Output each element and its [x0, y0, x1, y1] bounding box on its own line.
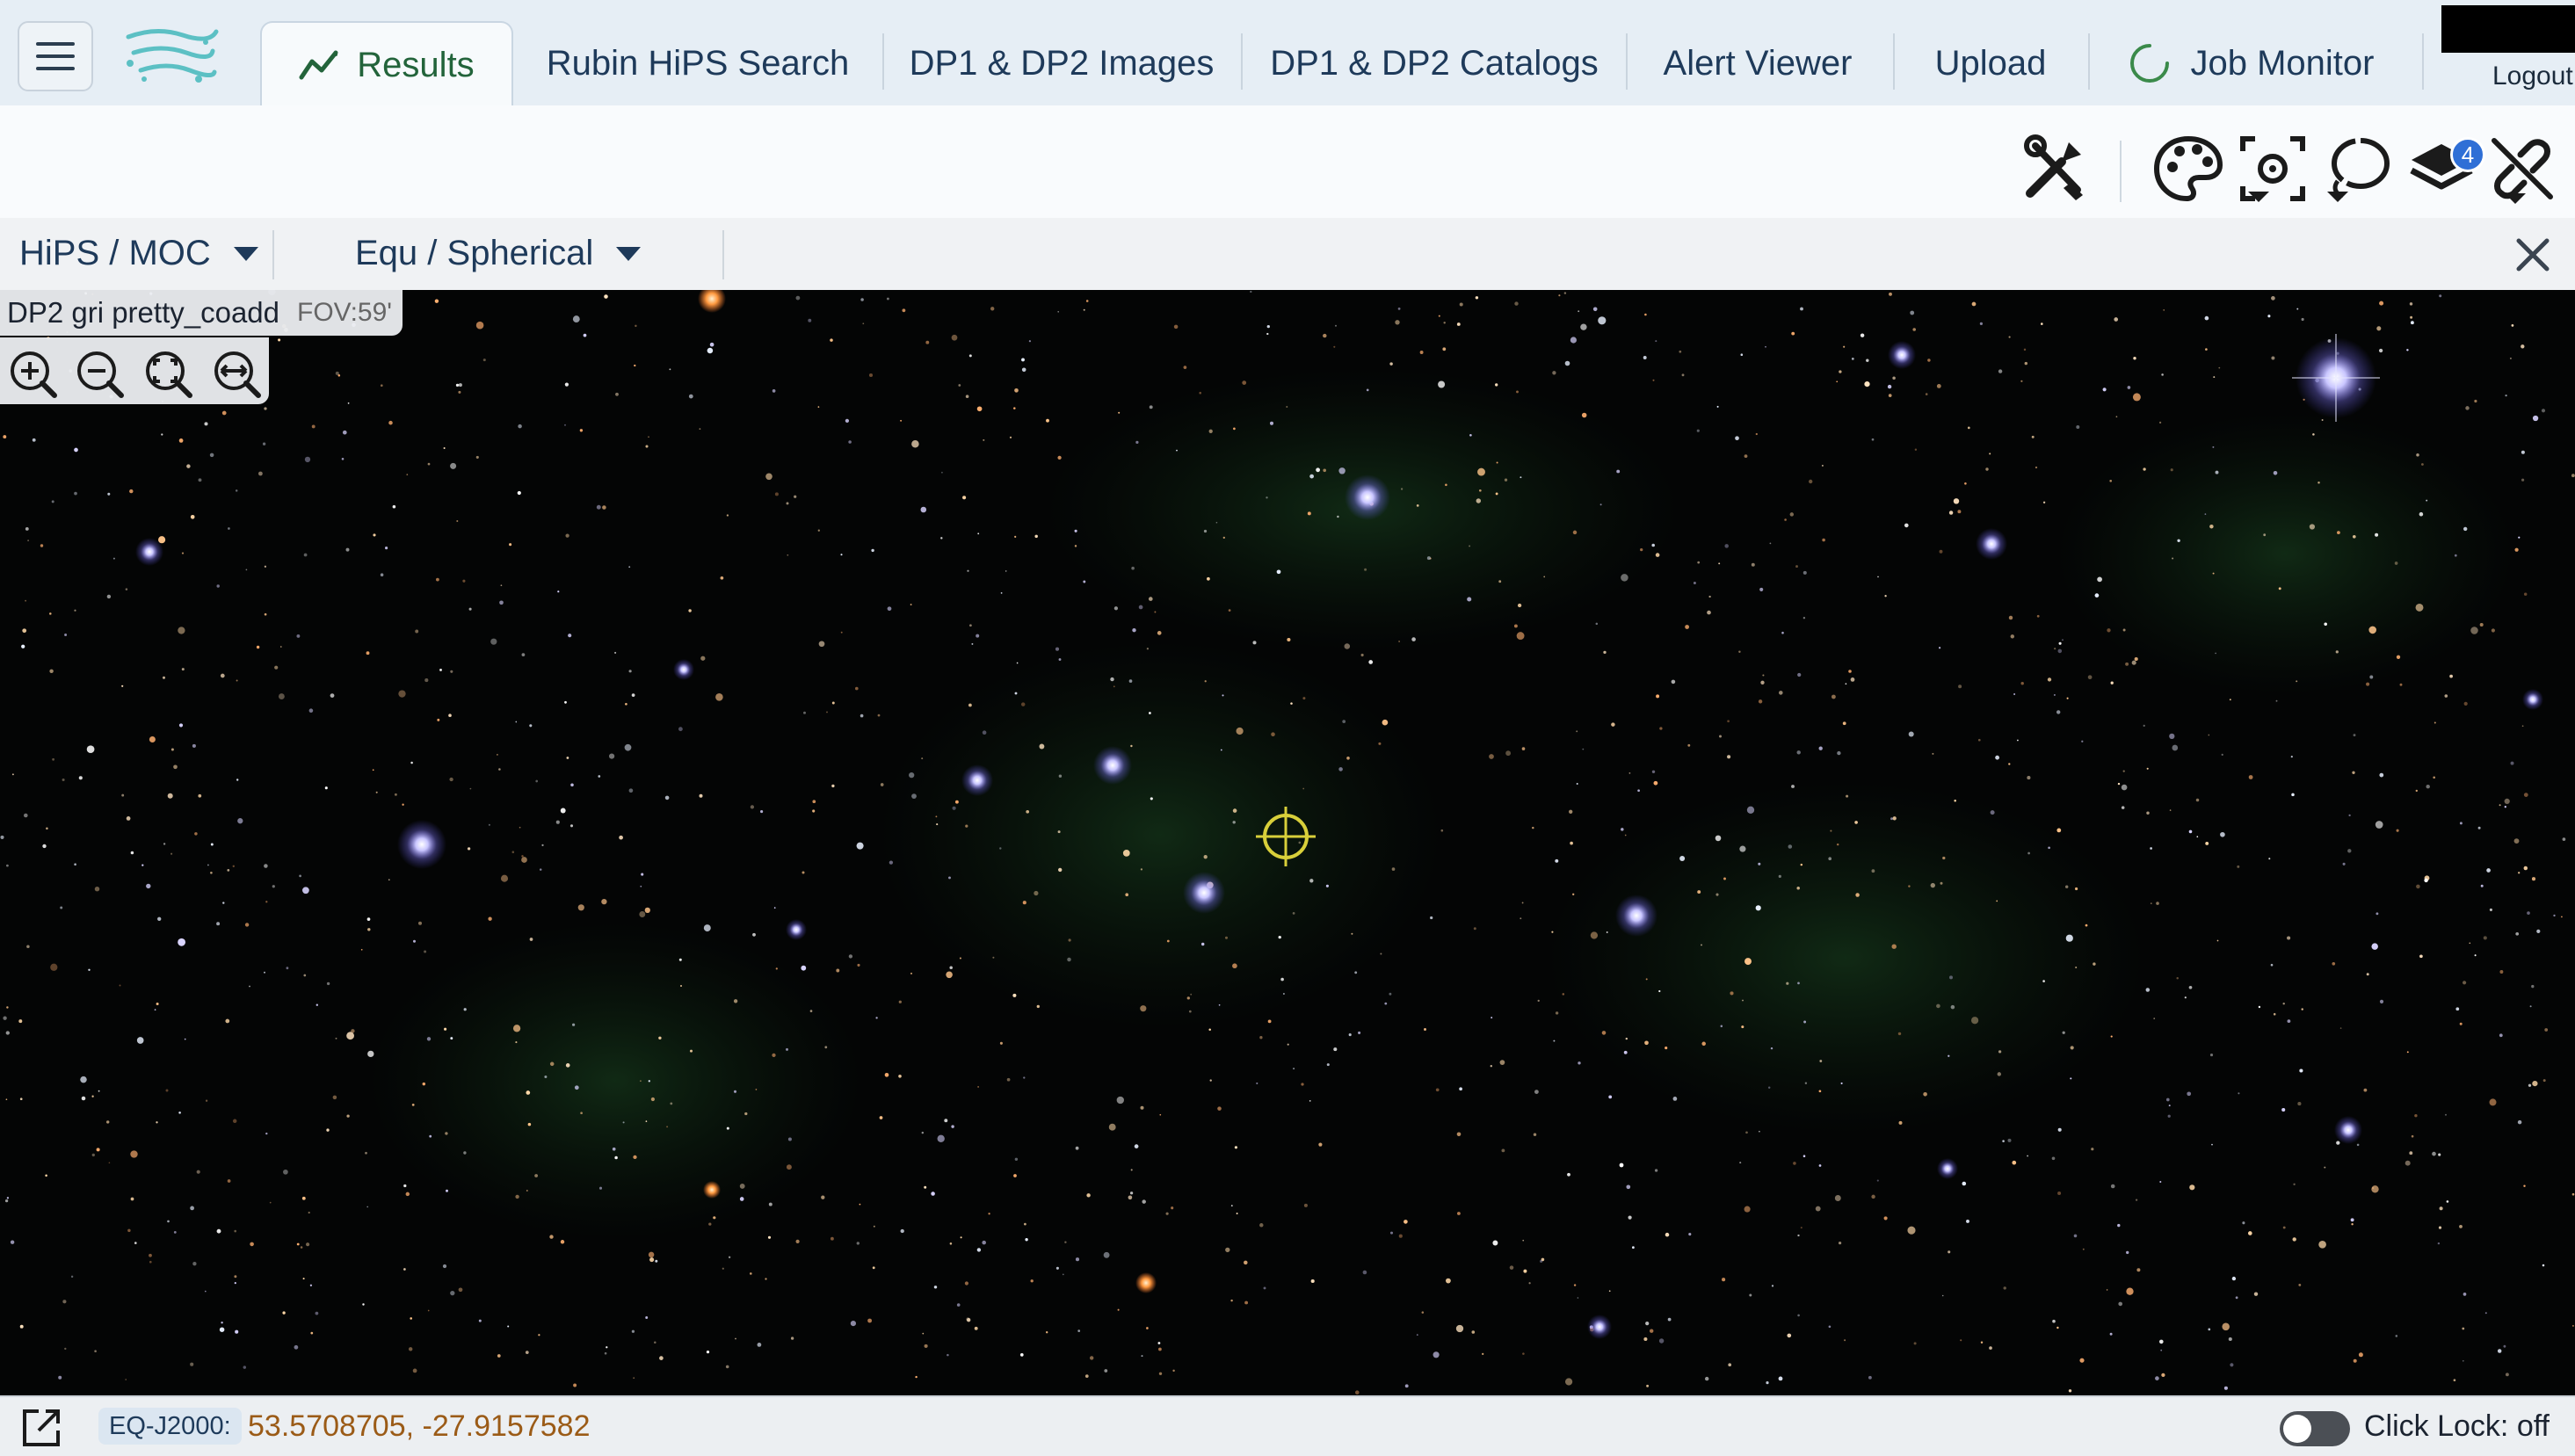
hips-header-row: HiPS / MOC Equ / Spherical	[0, 218, 2575, 292]
zoom-fit-icon[interactable]	[141, 346, 195, 401]
tab-label: Rubin HiPS Search	[546, 43, 850, 83]
image-title: DP2 gri pretty_coadd	[7, 296, 280, 329]
lasso-icon[interactable]	[2320, 132, 2394, 206]
close-icon[interactable]	[2513, 235, 2552, 274]
row-divider	[722, 230, 724, 279]
tab-upload[interactable]: Upload	[1912, 21, 2069, 105]
tab-alert-viewer[interactable]: Alert Viewer	[1645, 21, 1870, 105]
tab-results[interactable]: Results	[260, 21, 513, 107]
tab-label: Job Monitor	[2190, 43, 2375, 83]
user-avatar[interactable]	[2441, 5, 2575, 53]
tab-label: Results	[357, 45, 475, 84]
image-title-label: DP2 gri pretty_coadd FOV:59'	[0, 290, 403, 336]
tab-divider	[1626, 33, 1628, 90]
tab-divider	[1241, 33, 1243, 90]
tab-rubin-hips-search[interactable]: Rubin HiPS Search	[533, 21, 863, 105]
dropdown-label: Equ / Spherical	[355, 234, 594, 272]
tab-divider	[1893, 33, 1895, 90]
tab-dp1-dp2-images[interactable]: DP1 & DP2 Images	[902, 21, 1222, 105]
coordinate-readout: 53.5708705, -27.9157582	[248, 1409, 591, 1443]
hamburger-menu-button[interactable]	[18, 21, 93, 91]
tab-job-monitor[interactable]: Job Monitor	[2106, 21, 2396, 105]
viewer-toolbar	[0, 105, 2575, 220]
tab-label: Alert Viewer	[1663, 43, 1853, 83]
tools-icon[interactable]	[2018, 132, 2092, 206]
zoom-controls	[0, 337, 269, 404]
caret-down-icon	[616, 246, 642, 261]
tab-dp1-dp2-catalogs[interactable]: DP1 & DP2 Catalogs	[1262, 21, 1607, 105]
hips-moc-dropdown[interactable]: HiPS / MOC	[19, 234, 258, 273]
unlink-icon[interactable]	[2485, 132, 2559, 206]
top-tab-bar: Results Rubin HiPS Search DP1 & DP2 Imag…	[0, 0, 2575, 107]
zoom-fill-width-icon[interactable]	[209, 346, 264, 401]
sky-field	[0, 290, 2575, 1395]
pop-out-icon[interactable]	[19, 1406, 63, 1450]
click-lock-label: Click Lock: off	[2364, 1409, 2550, 1443]
status-bar: EQ-J2000: 53.5708705, -27.9157582 Click …	[0, 1395, 2575, 1456]
zoom-in-icon[interactable]	[5, 346, 60, 401]
coordinate-system-label[interactable]: EQ-J2000:	[98, 1408, 242, 1445]
row-divider	[272, 230, 274, 279]
click-lock-toggle[interactable]	[2280, 1411, 2350, 1446]
coordinate-system-dropdown[interactable]: Equ / Spherical	[355, 234, 642, 273]
tab-label: DP1 & DP2 Images	[909, 43, 1215, 83]
app-logo-icon	[126, 28, 219, 83]
toolbar-divider	[2120, 141, 2122, 202]
chart-line-icon	[299, 50, 338, 80]
target-select-icon[interactable]	[2236, 132, 2310, 206]
tab-label: DP1 & DP2 Catalogs	[1270, 43, 1599, 83]
spinner-icon	[2129, 44, 2169, 83]
layers-count-badge: 4	[2450, 137, 2485, 172]
hips-sky-image[interactable]	[0, 290, 2575, 1395]
tab-divider	[2088, 33, 2090, 90]
zoom-out-icon[interactable]	[72, 346, 127, 401]
tab-label: Upload	[1934, 43, 2047, 83]
logout-link[interactable]: Logout	[2492, 62, 2573, 91]
tab-divider	[882, 33, 884, 90]
hamburger-icon	[36, 42, 75, 70]
caret-down-icon	[233, 246, 258, 261]
palette-icon[interactable]	[2151, 132, 2225, 206]
dropdown-label: HiPS / MOC	[19, 234, 211, 272]
fov-label: FOV:59'	[297, 298, 393, 327]
toggle-knob	[2283, 1415, 2311, 1443]
tab-divider	[2422, 33, 2424, 90]
